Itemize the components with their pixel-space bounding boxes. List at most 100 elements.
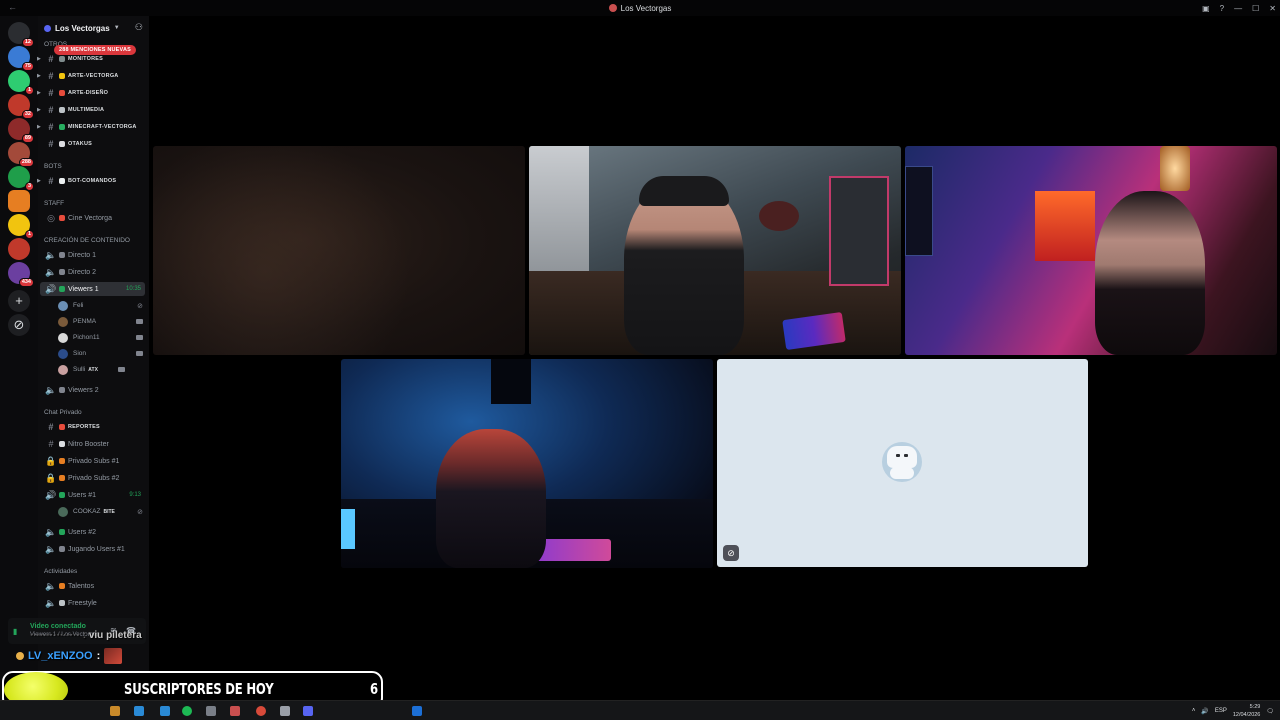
server-icon-9[interactable] [8,238,30,260]
taskbar-app-icon[interactable] [412,706,422,716]
voice-member[interactable]: Sulli ATX [58,363,145,376]
discord-icon[interactable] [303,706,313,716]
server-header[interactable]: Los Vectorgas ▼ ⚇ [38,16,149,40]
video-tile-2[interactable] [529,146,901,355]
muted-mic-icon: ⊘ [723,545,739,561]
video-tile-4[interactable] [341,359,713,568]
camera-icon [118,367,125,372]
monitor-image [905,166,933,256]
voice-channel-users-2[interactable]: 🔈 Users #2 [40,525,145,539]
voice-channel-directo-2[interactable]: 🔈 Directo 2 [40,265,145,279]
voice-member[interactable]: Pichon11 [58,331,145,344]
voice-channel-viewers-2[interactable]: 🔈 Viewers 2 [40,383,145,397]
channel-privado-subs-2[interactable]: 🔒 Privado Subs #2 [40,471,145,485]
voice-channel-users-1[interactable]: 🔊 Users #1 9:13 [40,488,145,502]
system-tray: ˄ 🔊 ESP 5:29 12/04/2026 🗨 [1192,701,1280,720]
category-staff[interactable]: STAFF [44,200,64,207]
server-icon-1[interactable]: 75 [8,46,34,71]
taskbar-app-icon[interactable] [230,706,240,716]
channel-nitro-booster[interactable]: # Nitro Booster [40,437,145,451]
channel-monitores[interactable]: ▶ # MONITORES [37,52,145,66]
channel-reportes[interactable]: # REPORTES [40,420,145,434]
explore-icon[interactable]: ⊘ [8,314,30,336]
emoji-icon [59,141,65,147]
channel-minecraft-vectorga[interactable]: ▶ # MINECRAFT-VECTORGA [37,120,145,134]
category-actividades[interactable]: Actividades [44,568,77,575]
emoji-icon [59,252,65,258]
server-icon-2[interactable]: 1 [8,70,34,95]
avatar [58,316,68,327]
cap-image [639,176,729,206]
taskbar-app-icon[interactable] [206,706,216,716]
channel-otakus[interactable]: # OTAKUS [40,137,145,151]
category-bots[interactable]: BOTS [44,163,62,170]
notification-icon[interactable]: 🗨 [1266,708,1274,715]
taskbar-app-icon[interactable] [134,706,144,716]
member-tag: ATX [88,366,98,373]
category-chat-privado[interactable]: Chat Privado [44,409,82,416]
taskbar-app-icon[interactable] [110,706,120,716]
channel-bot-comandos[interactable]: ▶ # BOT-COMANDOS [37,174,145,188]
language-indicator[interactable]: ESP [1215,708,1227,714]
add-server-icon[interactable]: + [8,290,30,312]
voice-channel-viewers-1[interactable]: 🔊 Viewers 1 10:35 [40,282,145,296]
spotify-icon[interactable] [182,706,192,716]
voice-channel-jugando-users-1[interactable]: 🔈 Jugando Users #1 [40,542,145,556]
server-icon-3[interactable]: 32 [8,94,34,119]
window-title: Los Vectorgas [620,3,672,13]
server-icon-8[interactable]: 1 [8,214,34,239]
emoji-icon [59,178,65,184]
chevron-right-icon: ▶ [37,124,42,130]
voice-member[interactable]: PENMA [58,315,145,328]
microphone-image [759,201,799,231]
channel-privado-subs-1[interactable]: 🔒 Privado Subs #1 [40,454,145,468]
taskbar-app-icon[interactable] [280,706,290,716]
server-icon-7[interactable] [8,190,30,212]
channel-cine-vectorga[interactable]: ◎ Cine Vectorga [40,211,145,225]
video-tile-1[interactable] [153,146,525,355]
emoji-icon [59,600,65,606]
clock[interactable]: 5:29 12/04/2026 [1233,703,1261,719]
browser-icon[interactable] [256,706,266,716]
server-icon-los-vectorgas[interactable]: 288 [8,142,34,167]
user-avatar [882,442,922,482]
emoji-icon [59,124,65,130]
invite-people-icon[interactable]: ⚇ [135,22,143,33]
stream-chat-message: LV_xENZOO : [16,648,123,664]
minimize-icon[interactable]: — [1234,4,1242,13]
volume-icon[interactable]: 🔊 [1201,708,1208,715]
voice-channel-talentos[interactable]: 🔈 Talentos [40,579,145,593]
server-icon [608,4,617,12]
help-icon[interactable]: ? [1220,4,1224,13]
video-tile-5[interactable]: ⊘ [717,359,1088,567]
streamer-image [624,181,744,355]
taskbar-app-icon[interactable] [160,706,170,716]
lamp-image [1160,146,1190,191]
back-arrow-icon[interactable]: ← [8,2,17,12]
voice-member[interactable]: Sion [58,347,145,360]
voice-channel-directo-1[interactable]: 🔈 Directo 1 [40,248,145,262]
maximize-icon[interactable]: ☐ [1252,4,1259,13]
voice-member[interactable]: COOKAZ BITE ⊘ [58,505,145,518]
signal-icon[interactable]: ▮ [13,627,23,636]
voice-member[interactable]: Feli ⊘ [58,299,145,312]
channel-arte-diseno[interactable]: ▶ # ARTE-DISEÑO [37,86,145,100]
close-icon[interactable]: ✕ [1269,4,1276,13]
emoji-icon [59,215,65,221]
emoji-icon [59,387,65,393]
emoji-icon [59,90,65,96]
chat-username: LV_xENZOO [28,650,93,662]
voice-channel-freestyle[interactable]: 🔈 Freestyle [40,596,145,610]
server-icon-6[interactable]: 3 [8,166,34,191]
channel-arte-vectorga[interactable]: ▶ # ARTE-VECTORGA [37,69,145,83]
inbox-icon[interactable]: ▣ [1202,4,1210,13]
server-icon-4[interactable]: 89 [8,118,34,143]
emoji-icon [59,458,65,464]
channel-multimedia[interactable]: ▶ # MULTIMEDIA [37,103,145,117]
server-icon-10[interactable]: 434 [8,262,34,287]
direct-messages-button[interactable]: 12 [8,22,34,47]
chevron-right-icon: ▶ [37,73,42,79]
chevron-up-icon[interactable]: ˄ [1192,708,1196,714]
category-creacion-de-contenido[interactable]: CREACIÓN DE CONTENIDO [44,237,130,244]
video-tile-3[interactable] [905,146,1277,355]
